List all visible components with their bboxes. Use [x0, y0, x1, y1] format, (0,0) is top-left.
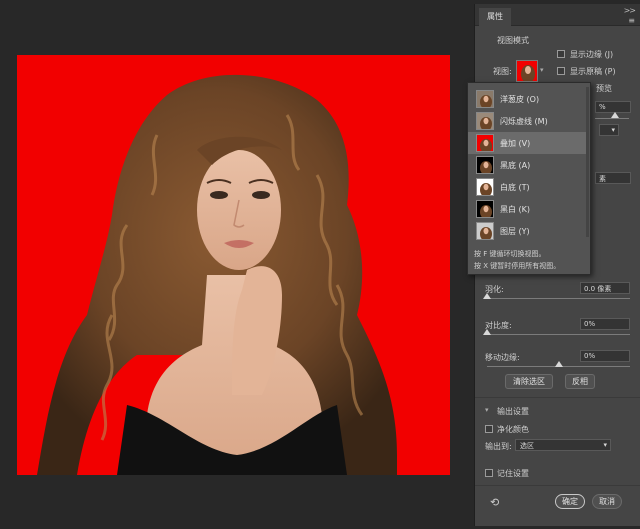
- show-original-label: 显示原稿 (P): [570, 67, 616, 76]
- view-mode-dropdown: 洋葱皮 (O) 闪烁虚线 (M) 叠加 (V) 黑底 (A) 白底 (T) 黑白 (K) 图…: [467, 82, 591, 275]
- remember-settings-label: 记住设置: [497, 469, 529, 478]
- view-thumbnail-icon: [476, 112, 494, 130]
- portrait-image: [37, 74, 397, 475]
- contrast-value-field[interactable]: 0%: [580, 318, 630, 330]
- section-divider: [475, 397, 640, 398]
- view-label: 视图:: [493, 67, 512, 76]
- partial-select[interactable]: ▾: [599, 124, 619, 136]
- feather-slider-knob[interactable]: [483, 293, 491, 299]
- chevron-down-icon[interactable]: ▾: [485, 406, 489, 414]
- tab-properties[interactable]: 属性: [479, 8, 511, 26]
- view-thumbnail-selector[interactable]: [516, 60, 538, 82]
- contrast-slider-knob[interactable]: [483, 329, 491, 335]
- view-thumbnail-icon: [476, 134, 494, 152]
- reset-icon[interactable]: ⟲: [490, 496, 499, 509]
- view-thumbnail-icon: [476, 200, 494, 218]
- clear-selection-button[interactable]: 清除选区: [505, 374, 553, 389]
- feather-value-field[interactable]: 0.0 像素: [580, 282, 630, 294]
- view-thumbnail-icon: [476, 222, 494, 240]
- partial-slider[interactable]: [595, 118, 629, 119]
- dropdown-note-2: 按 X 键暂时停用所有视图。: [474, 262, 561, 270]
- view-thumbnail-icon: [476, 90, 494, 108]
- dropdown-item[interactable]: 图层 (Y): [468, 220, 586, 242]
- feather-slider-track[interactable]: [487, 298, 630, 299]
- cancel-button[interactable]: 取消: [592, 494, 622, 509]
- document-canvas[interactable]: [17, 55, 450, 475]
- dropdown-item-label: 闪烁虚线 (M): [500, 117, 548, 126]
- decontaminate-checkbox[interactable]: [485, 425, 493, 433]
- contrast-slider-track[interactable]: [487, 334, 630, 335]
- dropdown-item[interactable]: 闪烁虚线 (M): [468, 110, 586, 132]
- dropdown-item-label: 黑白 (K): [500, 205, 531, 214]
- footer-divider: [475, 485, 640, 486]
- show-original-checkbox[interactable]: [557, 67, 565, 75]
- output-settings-title: 输出设置: [497, 407, 529, 416]
- output-to-label: 输出到:: [485, 442, 512, 451]
- dropdown-item-label: 白底 (T): [500, 183, 530, 192]
- dropdown-note-1: 按 F 键循环切换视图。: [474, 250, 546, 258]
- chevron-down-icon: ▾: [603, 441, 607, 449]
- dropdown-item[interactable]: 黑底 (A): [468, 154, 586, 176]
- show-edge-label: 显示边缘 (J): [570, 50, 614, 59]
- view-thumbnail-icon: [476, 156, 494, 174]
- partial-field-2[interactable]: 素: [595, 172, 631, 184]
- dropdown-item-label: 叠加 (V): [500, 139, 531, 148]
- dropdown-item[interactable]: 叠加 (V): [468, 132, 586, 154]
- dropdown-item-label: 洋葱皮 (O): [500, 95, 540, 104]
- partial-slider-knob[interactable]: [611, 112, 619, 118]
- dropdown-item-label: 黑底 (A): [500, 161, 531, 170]
- dropdown-scrollbar[interactable]: [586, 87, 589, 237]
- dropdown-item[interactable]: 白底 (T): [468, 176, 586, 198]
- panel-tabbar: 属性 >> ≡: [475, 4, 640, 26]
- chevron-down-icon[interactable]: ▾: [540, 66, 544, 74]
- shift-edge-label: 移动边缘:: [485, 353, 520, 362]
- view-thumbnail-icon: [476, 178, 494, 196]
- show-edge-checkbox[interactable]: [557, 50, 565, 58]
- ok-button[interactable]: 确定: [555, 494, 585, 509]
- invert-button[interactable]: 反相: [565, 374, 595, 389]
- decontaminate-label: 净化颜色: [497, 425, 529, 434]
- output-to-select[interactable]: 选区 ▾: [515, 439, 611, 451]
- dropdown-item-label: 图层 (Y): [500, 227, 530, 236]
- view-mode-title: 视图模式: [497, 36, 529, 45]
- shift-edge-slider-knob[interactable]: [554, 361, 563, 367]
- shift-edge-value-field[interactable]: 0%: [580, 350, 630, 362]
- remember-settings-checkbox[interactable]: [485, 469, 493, 477]
- dropdown-item[interactable]: 洋葱皮 (O): [468, 88, 586, 110]
- collapse-icon[interactable]: >>: [624, 6, 636, 15]
- hq-preview-label: 预览: [596, 84, 612, 93]
- dropdown-item[interactable]: 黑白 (K): [468, 198, 586, 220]
- panel-menu-icon[interactable]: ≡: [628, 16, 635, 25]
- output-to-value: 选区: [520, 442, 534, 450]
